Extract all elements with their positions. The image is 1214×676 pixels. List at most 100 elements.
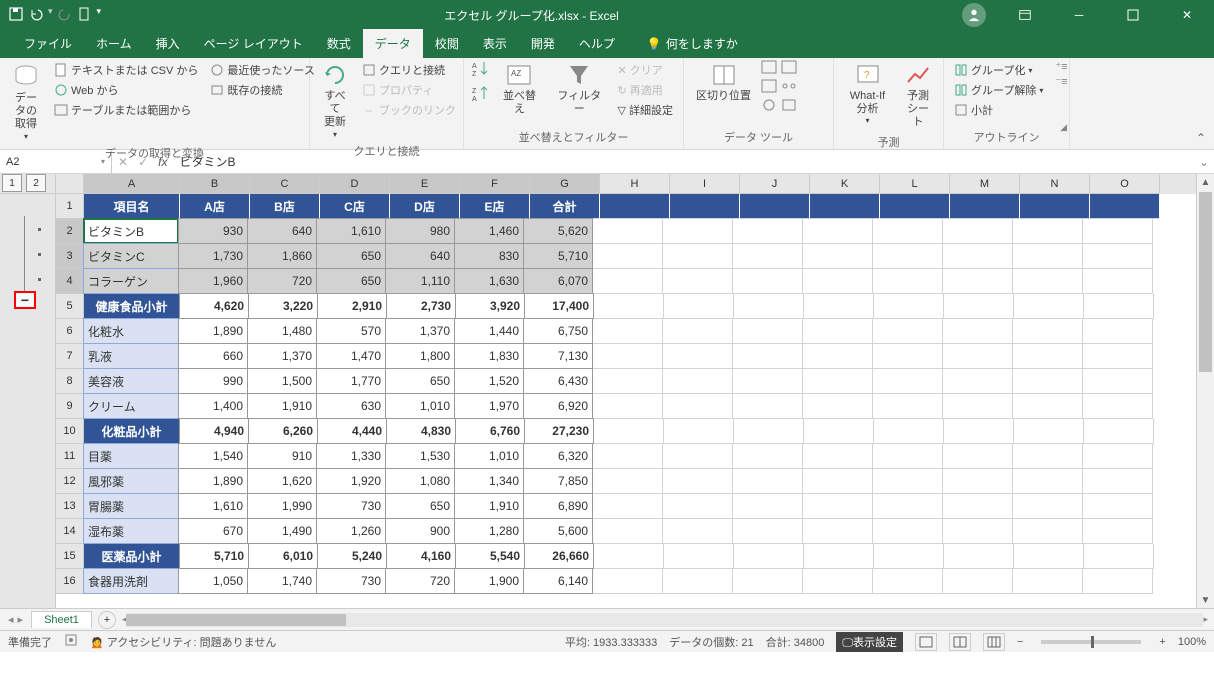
cell[interactable] [874, 294, 944, 319]
cell[interactable] [1013, 369, 1083, 394]
cell-value[interactable]: 2,910 [317, 293, 387, 319]
cell[interactable] [873, 344, 943, 369]
cell-value[interactable]: 660 [178, 343, 248, 369]
file-icon[interactable] [77, 6, 93, 25]
cell[interactable] [733, 569, 803, 594]
cell[interactable] [873, 269, 943, 294]
cell-value[interactable]: 1,370 [385, 318, 455, 344]
header-cell[interactable]: E店 [460, 194, 530, 219]
cell[interactable] [663, 269, 733, 294]
cell[interactable] [663, 344, 733, 369]
cell[interactable] [1084, 419, 1154, 444]
cell-value[interactable]: 1,990 [247, 493, 317, 519]
cell[interactable] [943, 344, 1013, 369]
cell-value[interactable]: 3,920 [455, 293, 525, 319]
cell[interactable] [803, 269, 873, 294]
cell-value[interactable]: 1,910 [454, 493, 524, 519]
cell-value[interactable]: 1,960 [178, 268, 248, 294]
cell[interactable] [1013, 469, 1083, 494]
cell-value[interactable]: 4,440 [317, 418, 387, 444]
undo-dropdown-icon[interactable]: ▾ [48, 6, 53, 25]
scroll-down-icon[interactable]: ▼ [1197, 592, 1214, 608]
close-button[interactable]: ✕ [1164, 0, 1210, 30]
cell[interactable] [593, 469, 663, 494]
collapse-ribbon-icon[interactable]: ⌃ [1196, 131, 1206, 145]
row-header[interactable]: 4 [56, 269, 84, 294]
cell[interactable] [1013, 319, 1083, 344]
cell-value[interactable]: 27,230 [524, 418, 594, 444]
column-header[interactable]: F [460, 174, 530, 194]
cell[interactable] [733, 494, 803, 519]
cell-value[interactable]: 17,400 [524, 293, 594, 319]
cell-value[interactable]: 1,610 [316, 218, 386, 244]
outline-collapse-button[interactable]: − [14, 291, 36, 309]
column-header[interactable]: M [950, 174, 1020, 194]
get-data-button[interactable]: データの 取得▾ [6, 60, 46, 143]
cell-value[interactable]: 830 [454, 243, 524, 269]
cell-value[interactable]: 6,430 [523, 368, 593, 394]
row-header[interactable]: 15 [56, 544, 84, 569]
cell[interactable] [664, 294, 734, 319]
cell-value[interactable]: 1,860 [247, 243, 317, 269]
cell[interactable] [1083, 344, 1153, 369]
ungroup-button[interactable]: グループ解除 ▾ [950, 80, 1047, 100]
cell-value[interactable]: 4,620 [179, 293, 249, 319]
row-header[interactable]: 14 [56, 519, 84, 544]
column-header[interactable]: K [810, 174, 880, 194]
cell[interactable] [1013, 569, 1083, 594]
existing-connections-button[interactable]: 既存の接続 [206, 80, 318, 100]
cell[interactable] [1083, 269, 1153, 294]
cell-value[interactable]: 1,920 [316, 468, 386, 494]
cell-value[interactable]: 5,600 [523, 518, 593, 544]
group-button[interactable]: グループ化 ▾ [950, 60, 1047, 80]
cell[interactable] [873, 244, 943, 269]
cell-label[interactable]: 医薬品小計 [84, 544, 180, 569]
from-table-button[interactable]: テーブルまたは範囲から [50, 100, 202, 120]
cell[interactable] [593, 569, 663, 594]
cell-value[interactable]: 6,140 [523, 568, 593, 594]
cell-value[interactable]: 650 [385, 493, 455, 519]
tell-me-search[interactable]: 💡 何をしますか [637, 29, 748, 58]
tab-formulas[interactable]: 数式 [315, 29, 363, 58]
cell-value[interactable]: 1,110 [385, 268, 455, 294]
outline-level-1[interactable]: 1 [2, 174, 22, 192]
cell-value[interactable]: 1,800 [385, 343, 455, 369]
data-validation-icon[interactable] [761, 98, 777, 115]
queries-connections-button[interactable]: クエリと接続 [358, 60, 460, 80]
cell-value[interactable]: 26,660 [524, 543, 594, 569]
cell[interactable] [803, 394, 873, 419]
advanced-filter-button[interactable]: ▽詳細設定 [614, 100, 677, 120]
data-model-icon[interactable] [781, 98, 797, 115]
outline-dialog-launcher[interactable]: ◢ [1060, 122, 1067, 133]
row-header[interactable]: 2 [56, 219, 84, 244]
cell[interactable] [803, 244, 873, 269]
cell-value[interactable]: 1,830 [454, 343, 524, 369]
column-header[interactable]: I [670, 174, 740, 194]
from-web-button[interactable]: Web から [50, 80, 202, 100]
cell[interactable] [733, 519, 803, 544]
cell-label[interactable]: 目薬 [83, 443, 179, 469]
cell[interactable] [1013, 219, 1083, 244]
scroll-up-icon[interactable]: ▲ [1197, 174, 1214, 190]
sort-asc-button[interactable]: AZ [470, 60, 490, 81]
page-break-view-button[interactable] [983, 633, 1005, 651]
maximize-button[interactable] [1110, 0, 1156, 30]
ribbon-display-icon[interactable] [1002, 0, 1048, 30]
column-header[interactable]: N [1020, 174, 1090, 194]
cell[interactable] [593, 269, 663, 294]
zoom-slider[interactable] [1041, 640, 1141, 644]
cell-value[interactable]: 1,500 [247, 368, 317, 394]
cell[interactable] [944, 294, 1014, 319]
cell[interactable] [594, 419, 664, 444]
cell-value[interactable]: 5,710 [523, 243, 593, 269]
cell[interactable] [873, 469, 943, 494]
cell-value[interactable]: 5,540 [455, 543, 525, 569]
cell[interactable] [1014, 419, 1084, 444]
cell[interactable] [943, 369, 1013, 394]
page-layout-view-button[interactable] [949, 633, 971, 651]
user-avatar-icon[interactable] [962, 3, 986, 27]
header-cell[interactable]: 項目名 [84, 194, 180, 219]
zoom-level[interactable]: 100% [1178, 636, 1206, 648]
cell-value[interactable]: 5,240 [317, 543, 387, 569]
cell-value[interactable]: 6,010 [248, 543, 318, 569]
